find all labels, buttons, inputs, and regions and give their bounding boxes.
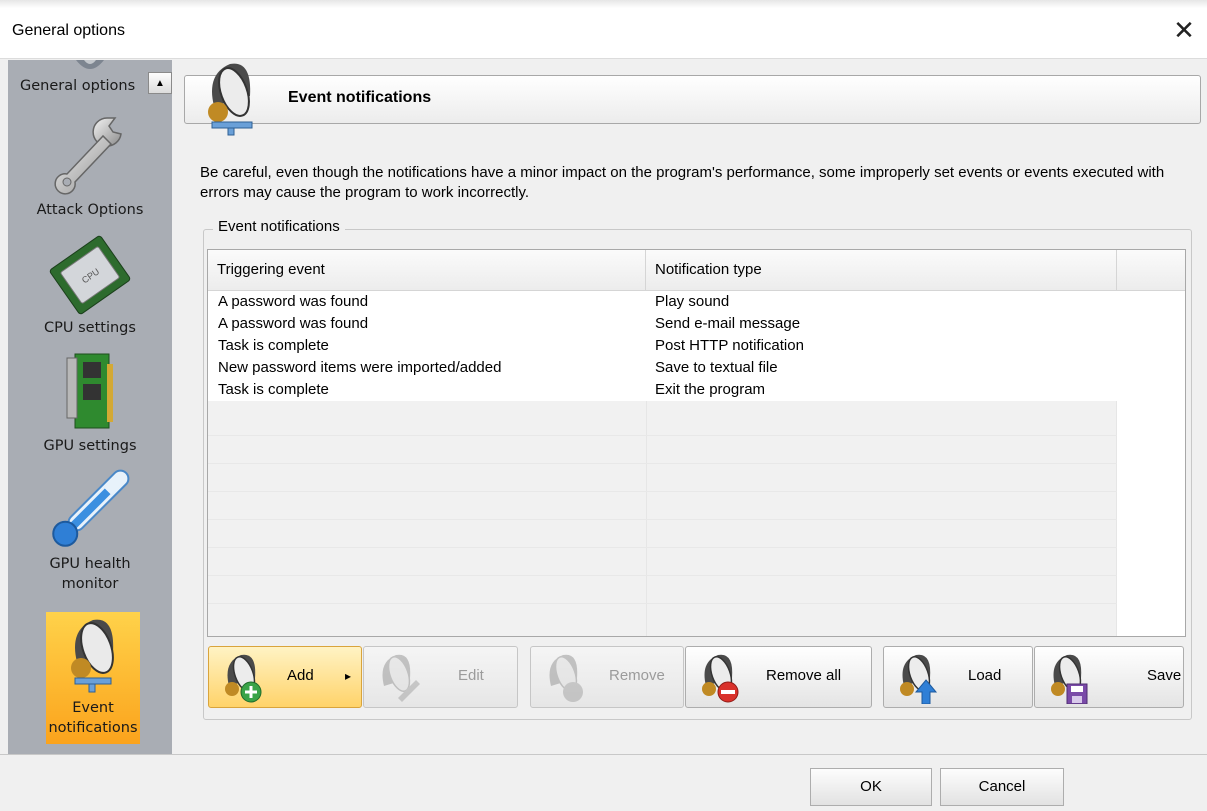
sidebar-item-gpu-health-monitor[interactable]: GPU health monitor — [8, 464, 172, 594]
title-bar: General options ✕ — [0, 0, 1207, 59]
speaker-load-icon — [900, 654, 938, 704]
cell-notification-type: Play sound — [655, 293, 730, 310]
sidebar-scroll-up-button[interactable]: ▲ — [148, 72, 172, 94]
speaker-add-icon — [225, 654, 262, 703]
event-notifications-table: Triggering event Notification type A pas… — [207, 249, 1186, 637]
cell-notification-type: Post HTTP notification — [655, 337, 804, 354]
window-title: General options — [12, 22, 125, 39]
table-body: A password was found Play sound A passwo… — [208, 291, 1185, 401]
title-bar-top-strip — [0, 0, 1207, 8]
edit-button[interactable]: Edit — [363, 646, 518, 708]
sidebar-item-cpu-settings[interactable]: CPU CPU settings — [8, 232, 172, 338]
speaker-remove-all-icon — [702, 654, 739, 703]
sidebar-item-label: GPU settings — [43, 438, 137, 454]
remove-all-button-label: Remove all — [766, 667, 842, 684]
edit-button-label: Edit — [458, 667, 484, 684]
wrench-icon — [54, 117, 122, 195]
speaker-remove-icon — [549, 654, 583, 702]
cell-triggering-event: Task is complete — [218, 337, 329, 354]
gear-icon — [76, 60, 104, 69]
gpu-card-icon — [66, 353, 113, 429]
grid-line — [208, 491, 1117, 492]
load-button[interactable]: Load — [883, 646, 1033, 708]
remove-button-label: Remove — [609, 667, 665, 684]
add-button[interactable]: Add ▸ — [208, 646, 362, 708]
thermometer-icon — [52, 469, 130, 547]
cell-notification-type: Send e-mail message — [655, 315, 801, 332]
warning-text: Be careful, even though the notification… — [200, 164, 1165, 201]
speaker-icon — [71, 619, 114, 693]
load-button-label: Load — [968, 667, 1002, 684]
cancel-button[interactable]: Cancel — [940, 768, 1064, 806]
sidebar-item-label-line1: Event — [72, 700, 114, 716]
grid-line — [208, 603, 1117, 604]
table-row[interactable]: New password items were imported/added S… — [208, 357, 1117, 379]
speaker-icon — [208, 63, 253, 136]
sidebar-item-attack-options[interactable]: Attack Options — [8, 112, 172, 220]
column-header-triggering-event[interactable]: Triggering event — [208, 250, 646, 290]
add-button-label: Add — [287, 667, 314, 684]
sidebar-item-label-line2: monitor — [61, 576, 119, 592]
sidebar-item-label-line1: GPU health — [49, 556, 131, 572]
add-menu-arrow-icon: ▸ — [345, 669, 352, 683]
cell-triggering-event: A password was found — [218, 293, 369, 310]
cell-notification-type: Exit the program — [655, 381, 766, 398]
table-row[interactable]: Task is complete Exit the program — [208, 379, 1117, 401]
ok-button[interactable]: OK — [810, 768, 932, 806]
sidebar-item-label: Attack Options — [36, 202, 144, 218]
save-button[interactable]: Save — [1034, 646, 1184, 708]
sidebar-item-event-notifications[interactable]: Event notifications — [46, 612, 140, 744]
table-row[interactable]: A password was found Play sound — [208, 291, 1117, 313]
table-row[interactable]: Task is complete Post HTTP notification — [208, 335, 1117, 357]
sidebar-item-label-line2: notifications — [48, 720, 138, 736]
table-header: Triggering event Notification type — [208, 250, 1185, 291]
remove-all-button[interactable]: Remove all — [685, 646, 872, 708]
page-title: Event notifications — [288, 89, 432, 106]
grid-line — [208, 547, 1117, 548]
grid-line — [208, 435, 1117, 436]
column-header-notification-type[interactable]: Notification type — [646, 250, 1117, 290]
cpu-icon: CPU — [49, 235, 131, 315]
table-row[interactable]: A password was found Send e-mail message — [208, 313, 1117, 335]
grid-line — [208, 575, 1117, 576]
remove-button[interactable]: Remove — [530, 646, 684, 708]
close-button[interactable]: ✕ — [1161, 10, 1207, 50]
sidebar-item-gpu-settings[interactable]: GPU settings — [8, 350, 172, 456]
sidebar-item-label: CPU settings — [44, 320, 136, 336]
speaker-edit-icon — [382, 654, 420, 702]
grid-line — [208, 463, 1117, 464]
save-button-label: Save — [1147, 667, 1182, 684]
cell-triggering-event: A password was found — [218, 315, 369, 332]
cell-triggering-event: New password items were imported/added — [218, 359, 502, 376]
group-label: Event notifications — [213, 218, 345, 235]
grid-line — [208, 519, 1117, 520]
cell-notification-type: Save to textual file — [655, 359, 778, 376]
options-sidebar: General options ▲ Attack Options CPU CPU… — [8, 60, 172, 754]
cell-triggering-event: Task is complete — [218, 381, 329, 398]
speaker-save-icon — [1051, 654, 1088, 704]
